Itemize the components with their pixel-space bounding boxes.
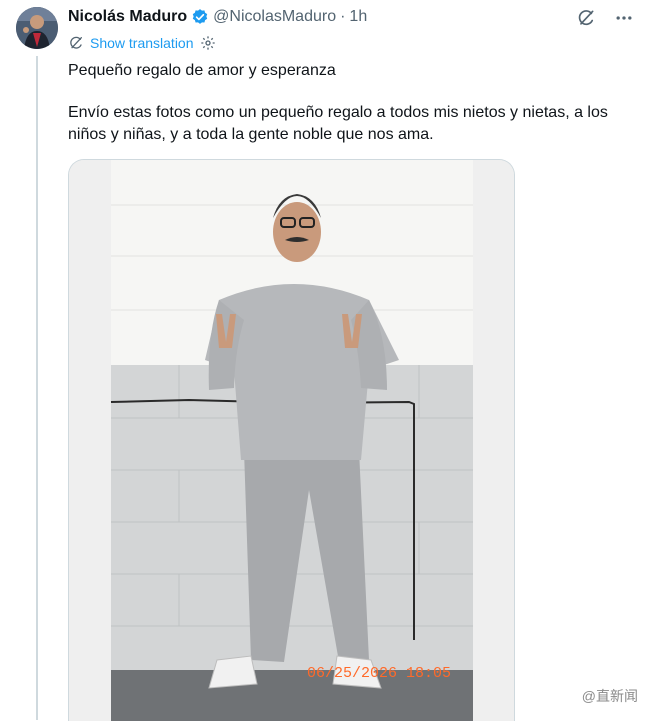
post-actions (576, 8, 634, 28)
avatar[interactable] (16, 7, 58, 49)
verified-badge-icon (191, 8, 209, 26)
show-translation-label[interactable]: Show translation (90, 35, 194, 51)
watermark: @直新闻 (582, 686, 638, 706)
thread-line (36, 56, 38, 720)
photo-timestamp: 06/25/2026 18:05 (307, 665, 451, 682)
post-text-line1: Pequeño regalo de amor y esperanza (68, 62, 336, 79)
watermark-text: @直新闻 (581, 688, 638, 704)
grok-icon[interactable] (576, 8, 596, 28)
author-handle[interactable]: @NicolasMaduro (213, 8, 336, 26)
more-icon[interactable] (614, 8, 634, 28)
separator-dot: · (340, 8, 346, 25)
post-text-line2: Envío estas fotos como un pequeño regalo… (68, 104, 608, 143)
settings-gear-icon[interactable] (200, 35, 216, 51)
post-time[interactable]: 1h (349, 8, 367, 26)
post-photo[interactable]: 06/25/2026 18:05 (68, 159, 515, 721)
translate-icon (68, 35, 84, 51)
post-header: Nicolás Maduro @NicolasMaduro · 1h (68, 8, 367, 26)
author-name[interactable]: Nicolás Maduro (68, 8, 187, 26)
show-translation-link[interactable]: Show translation (68, 35, 216, 51)
